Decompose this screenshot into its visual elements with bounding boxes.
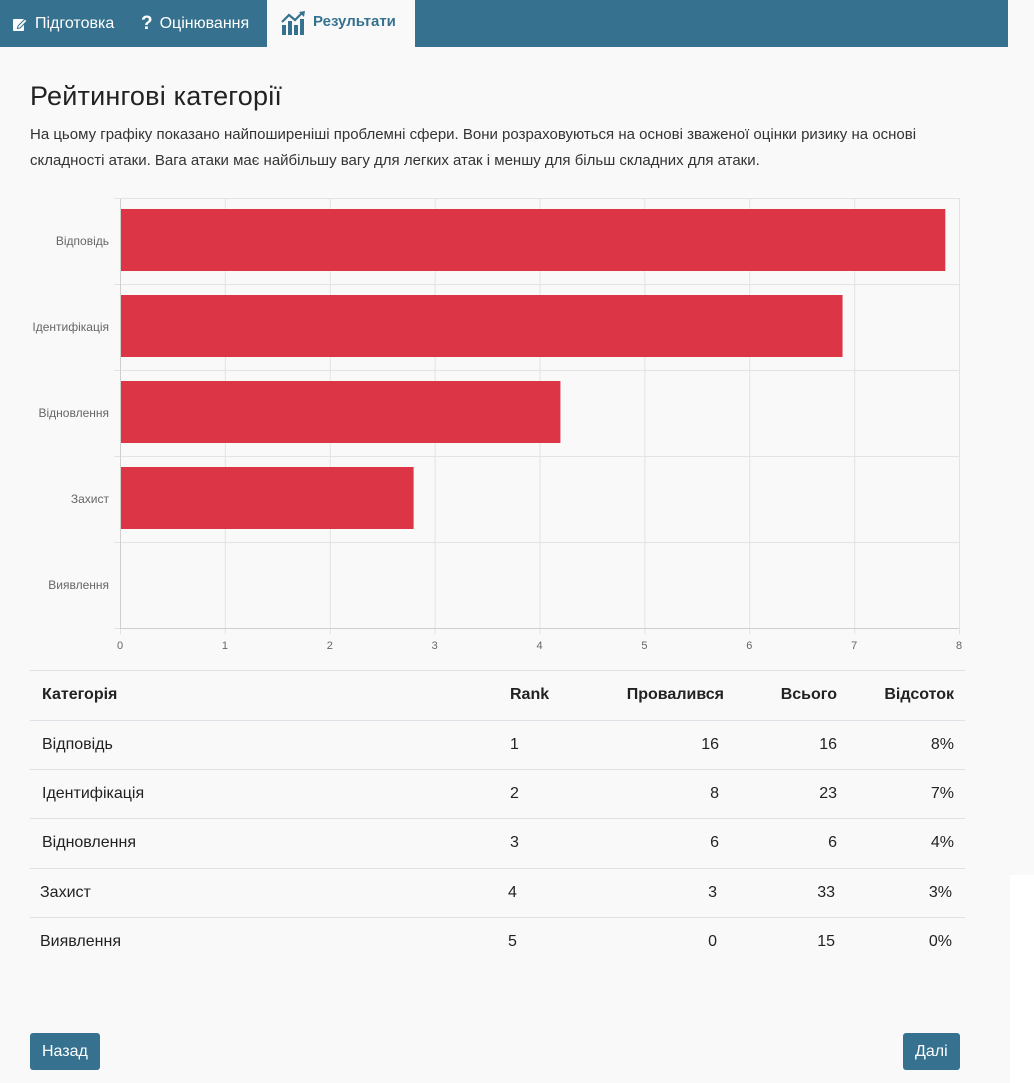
cell-category: Захист	[40, 884, 91, 901]
tab-results-label: Результати	[313, 13, 396, 30]
cell-failed: 16	[701, 736, 719, 753]
table-row: Захист 4 3 33 3%	[30, 868, 965, 917]
bar	[121, 295, 843, 357]
cell-total: 23	[819, 785, 837, 802]
cell-rank: 2	[510, 785, 519, 802]
category-label: Захист	[71, 492, 110, 506]
tab-assessment-label: Оцінювання	[159, 14, 250, 32]
x-tick-label: 6	[746, 640, 752, 652]
top-nav: Підготовка ? Оцінювання Результати	[0, 0, 1008, 47]
x-tick-label: 0	[117, 640, 123, 652]
cell-total: 6	[828, 834, 837, 851]
table-row: Відновлення 3 6 6 4%	[30, 818, 965, 867]
page-title: Рейтингові категорії	[30, 81, 283, 111]
cell-percent: 3%	[928, 884, 952, 901]
cell-percent: 8%	[930, 736, 954, 753]
category-label: Виявлення	[48, 578, 109, 592]
cell-rank: 3	[510, 834, 519, 851]
tab-assessment[interactable]: ? Оцінювання	[141, 0, 249, 47]
cell-failed: 6	[710, 834, 719, 851]
chart-icon	[280, 10, 306, 36]
tab-results[interactable]: Результати	[267, 0, 415, 47]
cell-rank: 4	[508, 884, 517, 901]
header-failed: Провалився	[626, 686, 724, 703]
cell-rank: 5	[508, 933, 517, 950]
x-tick-label: 1	[222, 640, 228, 652]
cell-total: 33	[817, 884, 835, 901]
table-row: Виявлення 5 0 15 0%	[30, 917, 965, 966]
ranking-bar-chart: Відповідь Ідентифікація Відновлення Захист В…	[32, 198, 962, 652]
x-tick-label: 5	[641, 640, 647, 652]
x-tick-label: 4	[536, 640, 542, 652]
cell-percent: 0%	[928, 933, 952, 950]
cell-total: 16	[819, 736, 837, 753]
x-tick-label: 7	[851, 640, 857, 652]
cell-category: Відновлення	[42, 834, 136, 851]
header-total: Всього	[780, 686, 837, 703]
table-row: Відповідь 1 16 16 8%	[30, 720, 965, 769]
cell-failed: 0	[708, 933, 717, 950]
cell-rank: 1	[510, 736, 519, 753]
bar	[121, 381, 561, 443]
cell-total: 15	[817, 933, 835, 950]
edit-icon	[12, 16, 28, 32]
category-label: Відновлення	[39, 406, 110, 420]
cell-category: Відповідь	[42, 736, 113, 753]
header-percent: Відсоток	[884, 686, 954, 703]
x-tick-label: 3	[432, 640, 438, 652]
tab-preparation[interactable]: Підготовка	[12, 0, 114, 47]
bar	[121, 209, 946, 271]
page-edge	[1010, 0, 1034, 875]
cell-category: Ідентифікація	[42, 785, 145, 802]
cell-category: Виявлення	[40, 933, 121, 950]
cell-percent: 7%	[930, 785, 954, 802]
page-description: На цьому графіку показано найпоширеніші …	[30, 126, 917, 169]
category-label: Відповідь	[56, 234, 109, 248]
x-tick-label: 2	[327, 640, 333, 652]
question-icon: ?	[141, 12, 153, 34]
cell-percent: 4%	[930, 834, 954, 851]
bar	[121, 467, 414, 529]
table-row: Ідентифікація 2 8 23 7%	[30, 769, 965, 818]
category-label: Ідентифікація	[32, 320, 109, 334]
tab-preparation-label: Підготовка	[35, 14, 115, 32]
header-rank: Rank	[510, 686, 550, 703]
table-header-row: Категорія Rank Провалився Всього Відсото…	[30, 670, 965, 719]
header-category: Категорія	[42, 686, 118, 703]
back-button[interactable]: Назад	[30, 1033, 100, 1070]
x-tick-label: 8	[956, 640, 962, 652]
cell-failed: 3	[708, 884, 717, 901]
next-button[interactable]: Далі	[903, 1033, 960, 1070]
cell-failed: 8	[710, 785, 719, 802]
